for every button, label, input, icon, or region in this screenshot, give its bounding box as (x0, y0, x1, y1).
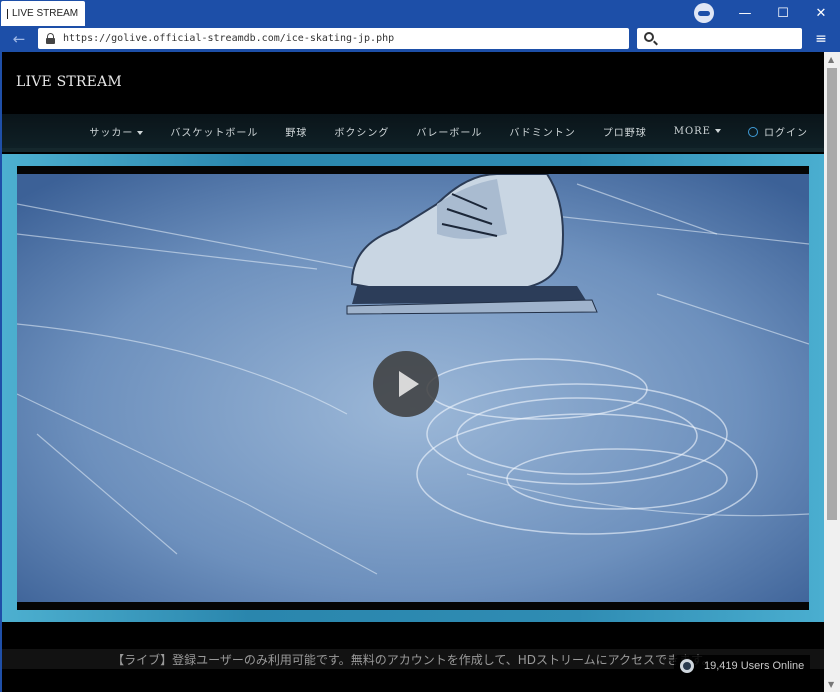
video-player-frame (2, 154, 824, 622)
user-icon (748, 126, 758, 137)
users-online-count: 19,419 (704, 660, 738, 672)
nav-item-soccer[interactable]: サッカー (89, 124, 144, 139)
nav-item-baseball[interactable]: 野球 (285, 124, 307, 139)
nav-item-pro-baseball[interactable]: プロ野球 (603, 124, 647, 139)
address-bar[interactable]: https://golive.official-streamdb.com/ice… (38, 28, 629, 49)
video-player[interactable] (17, 166, 809, 610)
vertical-scrollbar[interactable]: ▲ ▼ (824, 52, 840, 692)
web-page: LIVE STREAM サッカー バスケットボール 野球 ボクシング バレーボー… (2, 52, 824, 692)
back-arrow-icon[interactable]: ← (8, 29, 30, 49)
play-icon (399, 371, 419, 397)
scrollbar-thumb[interactable] (827, 68, 837, 520)
scroll-down-icon[interactable]: ▼ (828, 680, 834, 689)
browser-toolbar: ← https://golive.official-streamdb.com/i… (0, 26, 840, 52)
search-icon (644, 32, 654, 42)
nav-item-more[interactable]: MORE (674, 126, 721, 137)
caret-down-icon (137, 131, 144, 135)
users-online-badge: 19,419 Users Online (674, 655, 811, 677)
minimize-button[interactable]: — (726, 0, 764, 26)
users-online-label: Users Online (740, 660, 805, 672)
nav-divider (2, 148, 824, 152)
close-button[interactable]: ✕ (802, 0, 840, 26)
site-title[interactable]: LIVE STREAM (16, 74, 122, 90)
scroll-up-icon[interactable]: ▲ (828, 55, 834, 64)
nav-item-volleyball[interactable]: バレーボール (416, 124, 482, 139)
tab-separator (7, 8, 8, 19)
private-mode-icon (694, 3, 714, 23)
maximize-button[interactable]: ☐ (764, 0, 802, 26)
hamburger-icon[interactable]: ≡ (810, 29, 832, 49)
lock-icon (46, 33, 55, 44)
globe-icon (680, 659, 694, 673)
nav-item-badminton[interactable]: バドミントン (509, 124, 575, 139)
main-nav: サッカー バスケットボール 野球 ボクシング バレーボール バドミントン プロ野… (2, 114, 824, 148)
nav-item-login[interactable]: ログイン (748, 124, 808, 139)
browser-titlebar: LIVE STREAM — ☐ ✕ (0, 0, 840, 26)
search-input[interactable] (637, 28, 802, 49)
nav-item-basketball[interactable]: バスケットボール (170, 124, 258, 139)
caret-down-icon (715, 129, 721, 133)
play-button[interactable] (373, 351, 439, 417)
nav-item-boxing[interactable]: ボクシング (334, 124, 389, 139)
browser-tab[interactable]: LIVE STREAM (1, 1, 85, 26)
tab-title: LIVE STREAM (12, 8, 79, 19)
url-text: https://golive.official-streamdb.com/ice… (63, 33, 395, 44)
